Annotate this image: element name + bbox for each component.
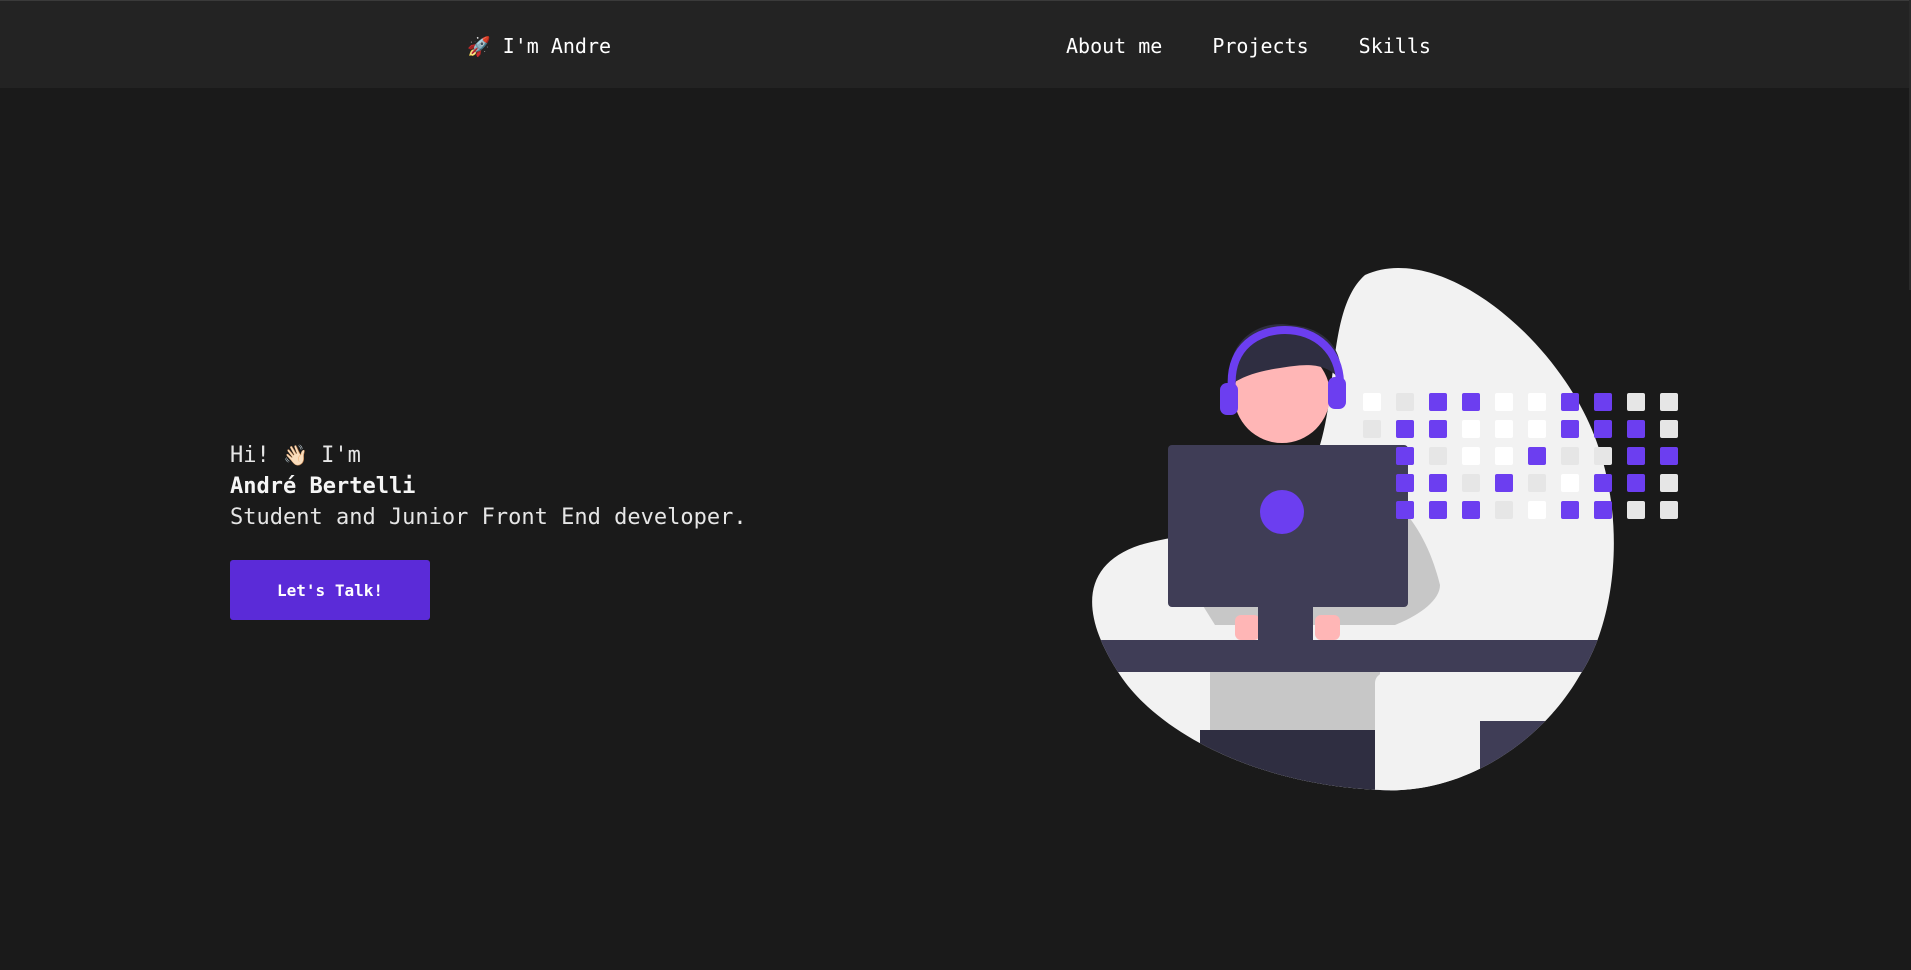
hero-greeting: Hi! 👋🏻 I'm <box>230 440 747 471</box>
developer-illustration <box>1060 255 1700 815</box>
hero-text: Hi! 👋🏻 I'm André Bertelli Student and Ju… <box>230 440 747 533</box>
brand[interactable]: 🚀 I'm Andre <box>467 34 611 58</box>
nav-link-about-me[interactable]: About me <box>1066 34 1162 58</box>
rocket-icon: 🚀 <box>467 35 491 58</box>
brand-label: I'm Andre <box>502 34 612 58</box>
hero-tagline: Student and Junior Front End developer. <box>230 505 747 530</box>
greeting-suffix: I'm <box>321 443 361 468</box>
greeting-prefix: Hi! <box>230 443 270 468</box>
hero-name: André Bertelli <box>230 474 416 499</box>
developer-at-laptop-illustration <box>1092 267 1678 791</box>
nav-link-skills[interactable]: Skills <box>1359 34 1431 58</box>
nav-link-projects[interactable]: Projects <box>1212 34 1308 58</box>
waving-hand-icon: 👋🏻 <box>283 443 308 467</box>
lets-talk-button[interactable]: Let's Talk! <box>230 560 430 620</box>
laptop-logo <box>1260 490 1304 534</box>
nav-links: About me Projects Skills <box>1066 34 1431 58</box>
navbar: 🚀 I'm Andre About me Projects Skills <box>0 0 1911 88</box>
